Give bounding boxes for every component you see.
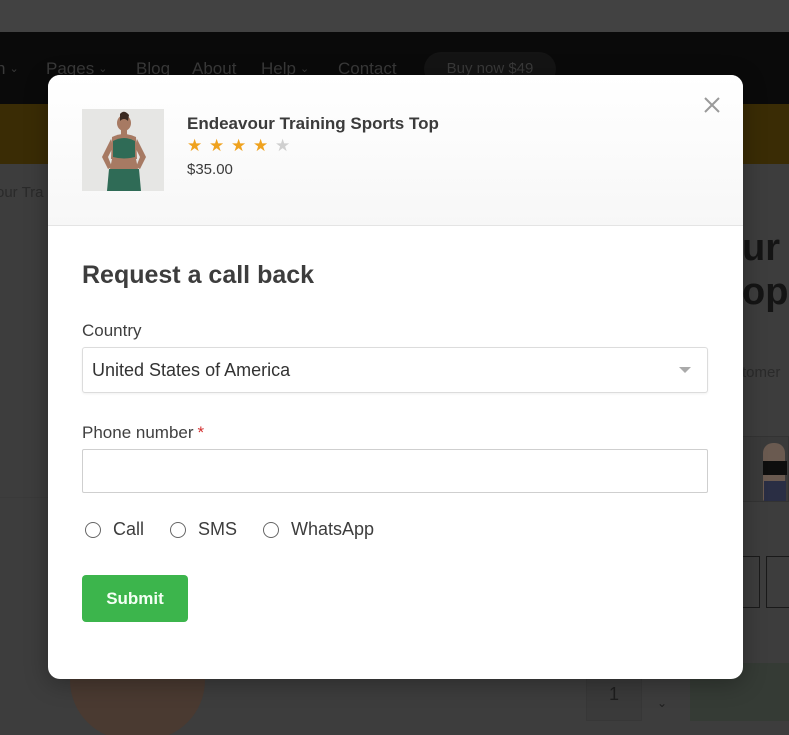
radio-option-call[interactable]: Call bbox=[85, 519, 144, 540]
chevron-down-icon[interactable]: ⌄ bbox=[650, 692, 674, 714]
breadcrumb: our Tra bbox=[0, 184, 44, 201]
chevron-down-icon: ⌄ bbox=[98, 63, 108, 75]
close-icon bbox=[704, 97, 720, 113]
country-select-value: United States of America bbox=[92, 360, 291, 380]
product-photo-illustration bbox=[82, 109, 164, 191]
country-select[interactable]: United States of America bbox=[82, 347, 708, 393]
star-filled-icon: ★ bbox=[187, 136, 204, 155]
nav-item-shop[interactable]: n ⌄ bbox=[0, 59, 19, 79]
product-price: $35.00 bbox=[187, 161, 233, 178]
country-label: Country bbox=[82, 321, 142, 340]
callback-modal: Endeavour Training Sports Top ★ ★ ★ ★ ★ … bbox=[48, 75, 743, 679]
radio-label: Call bbox=[113, 519, 145, 539]
thumbnail-top bbox=[763, 461, 787, 475]
star-filled-icon: ★ bbox=[208, 136, 226, 155]
size-option[interactable] bbox=[766, 556, 789, 608]
radio-label: SMS bbox=[198, 519, 238, 539]
required-marker: * bbox=[197, 423, 205, 442]
radio-option-sms[interactable]: SMS bbox=[170, 519, 237, 540]
close-button[interactable] bbox=[700, 93, 724, 117]
phone-label-text: Phone number bbox=[82, 423, 194, 442]
divider bbox=[0, 497, 48, 498]
radio-button[interactable] bbox=[170, 521, 187, 538]
title-line: op bbox=[742, 271, 789, 313]
product-page-title: ur op bbox=[742, 226, 788, 314]
phone-label: Phone number * bbox=[82, 423, 204, 443]
product-thumbnail[interactable] bbox=[742, 436, 789, 502]
radio-label: WhatsApp bbox=[291, 519, 375, 539]
star-empty-icon: ★ bbox=[274, 136, 292, 155]
caret-down-icon bbox=[679, 367, 691, 373]
product-image bbox=[82, 109, 164, 191]
thumbnail-leggings bbox=[764, 481, 786, 501]
rating-stars: ★ ★ ★ ★ ★ bbox=[187, 136, 291, 156]
contact-method-radio-group: Call SMS WhatsApp bbox=[85, 519, 400, 540]
nav-item-label: n bbox=[0, 59, 6, 78]
customer-reviews-text: tomer bbox=[742, 364, 781, 381]
star-filled-icon: ★ bbox=[252, 136, 270, 155]
title-line: ur bbox=[742, 227, 780, 269]
radio-button[interactable] bbox=[263, 521, 280, 538]
product-name: Endeavour Training Sports Top bbox=[187, 114, 439, 133]
star-filled-icon: ★ bbox=[230, 136, 248, 155]
form-title: Request a call back bbox=[82, 261, 315, 289]
submit-button[interactable]: Submit bbox=[82, 575, 188, 622]
radio-button[interactable] bbox=[85, 521, 101, 538]
chevron-down-icon: ⌄ bbox=[9, 63, 19, 75]
chevron-down-icon: ⌄ bbox=[299, 63, 310, 75]
modal-product-header: Endeavour Training Sports Top ★ ★ ★ ★ ★ … bbox=[48, 75, 743, 226]
radio-option-whatsapp[interactable]: WhatsApp bbox=[263, 519, 374, 540]
phone-number-input[interactable] bbox=[82, 449, 708, 493]
browser-top-strip bbox=[0, 0, 789, 32]
